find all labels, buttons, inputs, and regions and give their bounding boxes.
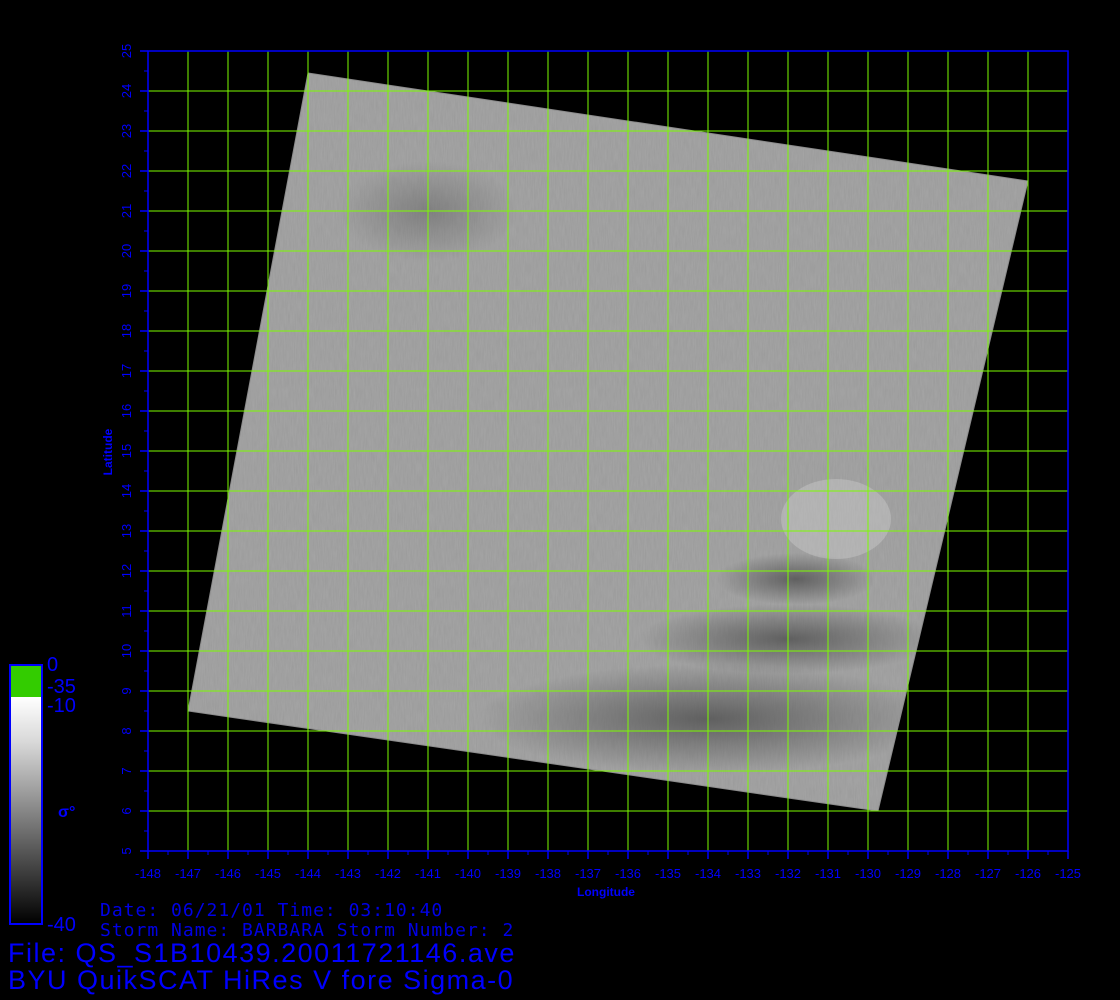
lat-tick-label: 17	[119, 364, 134, 378]
colorbar-gradient	[10, 697, 42, 924]
x-axis-label: Longitude	[577, 885, 635, 899]
colorbar	[9, 664, 43, 925]
lat-tick-label: 24	[119, 84, 134, 98]
lat-tick-label: 10	[119, 644, 134, 658]
lat-tick-label: 5	[119, 847, 134, 854]
lon-tick-label: -131	[815, 866, 841, 881]
lon-tick-label: -135	[655, 866, 681, 881]
lon-tick-label: -133	[735, 866, 761, 881]
lon-tick-label: -137	[575, 866, 601, 881]
lon-tick-label: -128	[935, 866, 961, 881]
lon-tick-label: -144	[295, 866, 321, 881]
lat-tick-label: 8	[119, 727, 134, 734]
lat-tick-label: 12	[119, 564, 134, 578]
lat-lon-grid	[148, 51, 1068, 851]
lat-tick-label: 25	[119, 44, 134, 58]
lat-tick-label: 6	[119, 807, 134, 814]
colorbar-top-band	[10, 665, 42, 697]
date-time-line: Date: 06/21/01 Time: 03:10:40	[100, 900, 444, 921]
colorbar-label-minus10: -10	[47, 695, 76, 717]
lat-tick-label: 18	[119, 324, 134, 338]
lon-tick-label: -142	[375, 866, 401, 881]
lon-tick-label: -129	[895, 866, 921, 881]
colorbar-label-minus40: -40	[47, 914, 76, 936]
colorbar-label-0: 0	[47, 654, 59, 676]
lat-tick-label: 19	[119, 284, 134, 298]
lon-tick-label: -143	[335, 866, 361, 881]
lon-tick-label: -136	[615, 866, 641, 881]
lon-tick-label: -134	[695, 866, 721, 881]
lat-tick-label: 7	[119, 767, 134, 774]
lon-tick-label: -139	[495, 866, 521, 881]
y-axis-label: Latitude	[101, 428, 115, 475]
lon-tick-label: -140	[455, 866, 481, 881]
lon-tick-label: -147	[175, 866, 201, 881]
latitude-ticks: 5 6 7 8 9 10 11 12 13 14 15 16 17 18 19 20 21 22 23 24 25	[119, 44, 148, 855]
lat-tick-label: 9	[119, 687, 134, 694]
longitude-ticks: -148 -147 -146 -145 -144 -143 -142 -141 -140 -139…	[135, 851, 1081, 881]
lon-tick-label: -146	[215, 866, 241, 881]
product-line: BYU QuikSCAT HiRes V fore Sigma-0	[8, 965, 515, 995]
lon-tick-label: -132	[775, 866, 801, 881]
storm-band-north	[716, 553, 876, 605]
lat-tick-label: 20	[119, 244, 134, 258]
colorbar-symbol: σ°	[58, 804, 76, 821]
lon-tick-label: -148	[135, 866, 161, 881]
lon-tick-label: -125	[1055, 866, 1081, 881]
lat-tick-label: 22	[119, 164, 134, 178]
lat-tick-label: 16	[119, 404, 134, 418]
lat-tick-label: 14	[119, 484, 134, 498]
map-figure: -148 -147 -146 -145 -144 -143 -142 -141 -140 -139…	[9, 44, 1081, 925]
lon-tick-label: -127	[975, 866, 1001, 881]
lon-tick-label: -126	[1015, 866, 1041, 881]
lon-tick-label: -138	[535, 866, 561, 881]
lon-tick-label: -130	[855, 866, 881, 881]
lat-tick-label: 11	[119, 604, 134, 618]
lat-tick-label: 13	[119, 524, 134, 538]
lat-tick-label: 15	[119, 444, 134, 458]
lat-tick-label: 21	[119, 204, 134, 218]
lat-tick-label: 23	[119, 124, 134, 138]
lon-tick-label: -141	[415, 866, 441, 881]
lon-tick-label: -145	[255, 866, 281, 881]
